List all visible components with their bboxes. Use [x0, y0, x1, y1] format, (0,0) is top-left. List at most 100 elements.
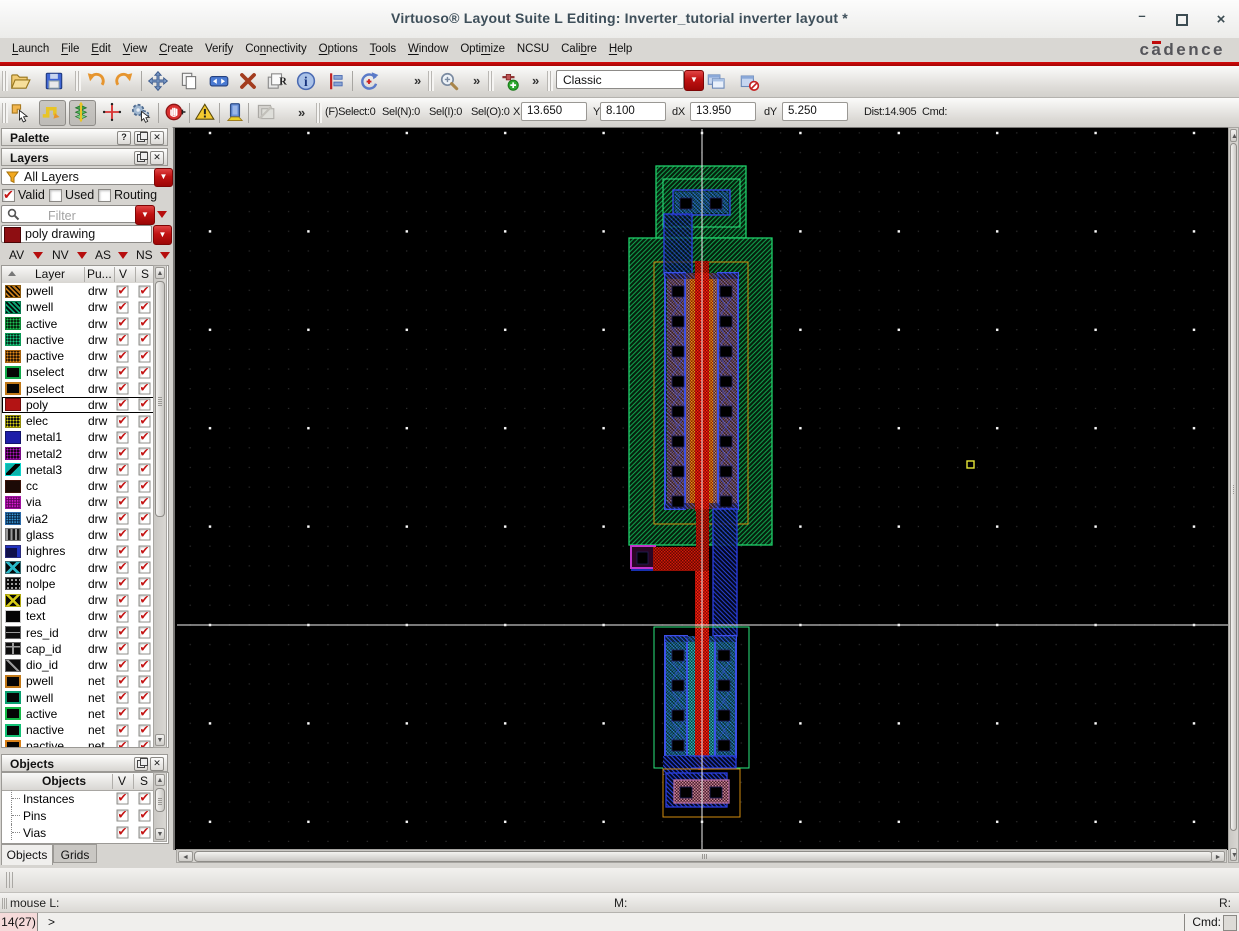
layer-selectable-checkbox[interactable]	[139, 334, 151, 346]
disabled-tool-icon[interactable]	[253, 100, 278, 124]
menu-connectivity[interactable]: Connectivity	[239, 38, 312, 62]
layer-row-poly-drw[interactable]: polydrw	[2, 397, 154, 413]
search-options-arrow-icon[interactable]	[157, 211, 167, 218]
layer-visible-checkbox[interactable]	[117, 529, 129, 541]
undo-icon[interactable]	[84, 69, 109, 93]
layer-selectable-checkbox[interactable]	[139, 318, 151, 330]
menu-window[interactable]: Window	[402, 38, 454, 62]
vscroll-up-button[interactable]: ▲	[1230, 129, 1237, 142]
zoom-in-icon[interactable]	[437, 69, 462, 93]
layer-visible-checkbox[interactable]	[117, 513, 129, 525]
layer-selectable-checkbox[interactable]	[139, 496, 151, 508]
menu-optimize[interactable]: Optimize	[454, 38, 511, 62]
partial-select-icon[interactable]	[8, 100, 33, 124]
as-button[interactable]: AS	[95, 248, 111, 262]
layer-visible-checkbox[interactable]	[117, 415, 129, 427]
layer-visible-checkbox[interactable]	[117, 610, 129, 622]
search-input[interactable]: Filter	[24, 207, 76, 223]
layer-selectable-checkbox[interactable]	[139, 464, 151, 476]
layer-row-pad-drw[interactable]: paddrw	[2, 592, 154, 608]
menu-help[interactable]: Help	[603, 38, 638, 62]
menu-options[interactable]: Options	[313, 38, 364, 62]
layout-canvas[interactable]	[177, 129, 1228, 850]
menu-file[interactable]: File	[55, 38, 85, 62]
layer-selectable-checkbox[interactable]	[139, 399, 151, 411]
layer-visible-checkbox[interactable]	[117, 643, 129, 655]
layer-scroll-down-button[interactable]: ▼	[155, 734, 165, 746]
layer-visible-checkbox[interactable]	[117, 285, 129, 297]
layer-row-via-drw[interactable]: viadrw	[2, 494, 154, 510]
view-style-value[interactable]: Classic	[556, 70, 684, 89]
layers-close-button[interactable]: ✕	[150, 151, 164, 165]
layer-row-nolpe-drw[interactable]: nolpedrw	[2, 576, 154, 592]
object-selectable-checkbox[interactable]	[139, 809, 151, 821]
palette-help-button[interactable]: ?	[117, 131, 131, 145]
tab-objects[interactable]: Objects	[1, 844, 53, 865]
layer-visible-checkbox[interactable]	[117, 627, 129, 639]
layer-visible-checkbox[interactable]	[117, 578, 129, 590]
stop-hand-icon[interactable]	[163, 100, 188, 124]
layer-row-nwell-net[interactable]: nwellnet	[2, 690, 154, 706]
objects-table-header[interactable]: ObjectsVS	[2, 773, 154, 791]
layer-row-cap_id-drw[interactable]: cap_iddrw	[2, 641, 154, 657]
objects-float-button[interactable]	[134, 757, 148, 771]
av-dropdown-icon[interactable]	[33, 252, 43, 259]
workspaces-icon[interactable]	[704, 69, 729, 93]
layer-selectable-checkbox[interactable]	[139, 545, 151, 557]
layer-selectable-checkbox[interactable]	[139, 692, 151, 704]
layers-float-button[interactable]	[134, 151, 148, 165]
crosshair-icon[interactable]	[100, 100, 125, 124]
layer-visible-checkbox[interactable]	[117, 383, 129, 395]
save-icon[interactable]	[42, 69, 67, 93]
palette-float-button[interactable]	[134, 131, 148, 145]
canvas-hscrollbar[interactable]: ◄ ►	[176, 849, 1227, 863]
layer-visible-checkbox[interactable]	[117, 318, 129, 330]
hierarchy-icon[interactable]	[69, 100, 96, 126]
layer-scroll-thumb[interactable]	[155, 281, 165, 517]
exit-door-icon[interactable]	[223, 100, 248, 124]
resize-grip[interactable]	[6, 872, 14, 888]
layer-selectable-checkbox[interactable]	[139, 659, 151, 671]
objects-scrollbar[interactable]: ▲▼	[153, 772, 167, 842]
menu-tools[interactable]: Tools	[364, 38, 402, 62]
layer-selectable-checkbox[interactable]	[139, 366, 151, 378]
layer-visible-checkbox[interactable]	[117, 448, 129, 460]
rotate-icon[interactable]	[357, 69, 382, 93]
canvas-vscrollbar[interactable]: ▲ ▼	[1228, 127, 1239, 863]
vscroll-thumb[interactable]	[1230, 143, 1237, 831]
valid-checkbox[interactable]	[2, 189, 15, 202]
redo-icon[interactable]	[112, 69, 137, 93]
y-coord-field[interactable]: 8.100	[600, 102, 666, 121]
warning-icon[interactable]	[193, 100, 218, 124]
hscroll-right-button[interactable]: ►	[1211, 851, 1225, 862]
object-visible-checkbox[interactable]	[117, 793, 129, 805]
layer-row-glass-drw[interactable]: glassdrw	[2, 527, 154, 543]
layer-selectable-checkbox[interactable]	[139, 594, 151, 606]
maximize-button[interactable]	[1173, 12, 1191, 28]
layer-row-elec-drw[interactable]: elecdrw	[2, 413, 154, 429]
layer-selectable-checkbox[interactable]	[139, 643, 151, 655]
vscroll-down-button[interactable]: ▼	[1230, 848, 1237, 861]
layer-filter-combo[interactable]: All Layers▼	[1, 168, 170, 185]
menu-ncsu[interactable]: NCSU	[511, 38, 555, 62]
layer-visible-checkbox[interactable]	[117, 301, 129, 313]
layer-row-pselect-drw[interactable]: pselectdrw	[2, 381, 154, 397]
layer-visible-checkbox[interactable]	[117, 675, 129, 687]
tab-grids[interactable]: Grids	[53, 844, 97, 863]
layer-selectable-checkbox[interactable]	[139, 285, 151, 297]
layer-scroll-up-button[interactable]: ▲	[155, 267, 165, 279]
layer-visible-checkbox[interactable]	[117, 480, 129, 492]
objects-scroll-down-button[interactable]: ▼	[155, 828, 165, 840]
layer-selectable-checkbox[interactable]	[139, 740, 151, 748]
layer-visible-checkbox[interactable]	[117, 464, 129, 476]
menu-verify[interactable]: Verify	[199, 38, 239, 62]
dy-coord-field[interactable]: 5.250	[782, 102, 848, 121]
layer-row-nwell-drw[interactable]: nwelldrw	[2, 299, 154, 315]
layer-row-active-net[interactable]: activenet	[2, 706, 154, 722]
layer-selectable-checkbox[interactable]	[139, 578, 151, 590]
layer-row-nselect-drw[interactable]: nselectdrw	[2, 364, 154, 380]
layer-row-pwell-drw[interactable]: pwelldrw	[2, 283, 154, 299]
info-icon[interactable]: i	[294, 69, 319, 93]
layer-row-active-drw[interactable]: activedrw	[2, 316, 154, 332]
layer-selectable-checkbox[interactable]	[139, 724, 151, 736]
